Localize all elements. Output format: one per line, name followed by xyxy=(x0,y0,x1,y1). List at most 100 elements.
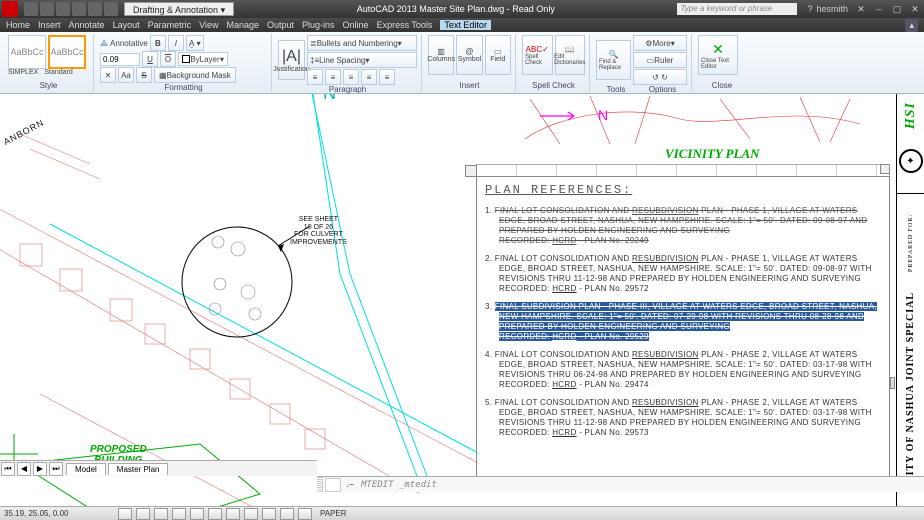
vicinity-plan-label: VICINITY PLAN xyxy=(665,146,760,162)
find-replace-button[interactable]: 🔍Find & Replace xyxy=(596,40,631,80)
tab-insert[interactable]: Insert xyxy=(38,20,61,30)
mtext-paragraph[interactable]: 4. FINAL LOT CONSOLIDATION AND RESUBDIVI… xyxy=(485,350,881,390)
qat-plot-icon[interactable] xyxy=(104,2,118,16)
panel-options-label: Options xyxy=(649,85,677,94)
tab-view[interactable]: View xyxy=(199,20,218,30)
minimize-button[interactable]: – xyxy=(870,4,888,14)
workspace-dropdown[interactable]: Drafting & Annotation ▾ xyxy=(124,2,234,16)
align-left-button[interactable]: ≡ xyxy=(307,69,323,85)
maximize-button[interactable]: ▢ xyxy=(888,4,906,15)
mtext-paragraph[interactable]: 2. FINAL LOT CONSOLIDATION AND RESUBDIVI… xyxy=(485,254,881,294)
qat-redo-icon[interactable] xyxy=(88,2,102,16)
lwt-toggle[interactable] xyxy=(262,508,276,520)
ribbon-tab-bar: Home Insert Annotate Layout Parametric V… xyxy=(0,18,924,32)
symbol-button[interactable]: @Symbol xyxy=(456,35,482,75)
qat-new-icon[interactable] xyxy=(24,2,38,16)
tab-first-icon[interactable]: ⏮ xyxy=(1,462,15,476)
align-right-button[interactable]: ≡ xyxy=(343,69,359,85)
grid-toggle[interactable] xyxy=(136,508,150,520)
drawing-canvas[interactable]: N xyxy=(0,94,924,506)
command-input[interactable] xyxy=(357,480,924,490)
snap-toggle[interactable] xyxy=(118,508,132,520)
qat-undo-icon[interactable] xyxy=(72,2,86,16)
align-justify-button[interactable]: ≡ xyxy=(361,69,377,85)
qat-save-icon[interactable] xyxy=(56,2,70,16)
style-name-2: Standard xyxy=(44,69,72,76)
underline-button[interactable]: U xyxy=(142,51,158,67)
close-text-editor-button[interactable]: ✕Close Text Editor xyxy=(698,35,738,75)
sc-toggle[interactable] xyxy=(298,508,312,520)
tab-annotate[interactable]: Annotate xyxy=(69,20,105,30)
color-bylayer-dropdown[interactable]: ByLayer ▾ xyxy=(178,52,228,66)
mask-icon[interactable]: ✕ xyxy=(100,67,116,83)
exchange-icon[interactable]: ✕ xyxy=(852,4,870,15)
line-spacing-button[interactable]: ‡≡ Line Spacing ▾ xyxy=(307,52,417,68)
italic-button[interactable]: I xyxy=(168,35,184,51)
model-tab[interactable]: Model xyxy=(66,463,106,475)
signed-in-user[interactable]: hesmith xyxy=(816,4,848,14)
space-label[interactable]: PAPER xyxy=(320,509,347,518)
ortho-toggle[interactable] xyxy=(154,508,168,520)
app-icon[interactable] xyxy=(2,1,18,17)
annotative-icon[interactable]: ⟁ xyxy=(100,38,108,49)
tab-manage[interactable]: Manage xyxy=(226,20,259,30)
qp-toggle[interactable] xyxy=(280,508,294,520)
text-style-preview-2[interactable]: AaBbCc xyxy=(48,35,86,69)
align-center-button[interactable]: ≡ xyxy=(325,69,341,85)
osnap-toggle[interactable] xyxy=(190,508,204,520)
bold-button[interactable]: B xyxy=(150,35,166,51)
case-button[interactable]: Aa xyxy=(118,67,134,83)
spellcheck-button[interactable]: ABC✓Spell Check xyxy=(522,35,553,75)
mtext-paragraph[interactable]: 3. FINAL SUBDIVISION PLAN - PHASE III, V… xyxy=(485,302,881,342)
edit-dict-button[interactable]: 📖Edit Dictionaries xyxy=(555,35,586,75)
cmd-grip-icon[interactable] xyxy=(317,477,323,492)
help-icon[interactable]: ? xyxy=(807,4,812,14)
tab-text-editor[interactable]: Text Editor xyxy=(440,20,491,30)
mtext-paragraph[interactable]: 5. FINAL LOT CONSOLIDATION AND RESUBDIVI… xyxy=(485,398,881,438)
bullets-button[interactable]: ≣ Bullets and Numbering ▾ xyxy=(307,35,417,51)
columns-button[interactable]: ▥Columns xyxy=(428,35,454,75)
coordinates-readout[interactable]: 35.19, 25.05, 0.00 xyxy=(4,509,114,518)
tab-plugins[interactable]: Plug-ins xyxy=(302,20,335,30)
polar-toggle[interactable] xyxy=(172,508,186,520)
strike-button[interactable]: S xyxy=(136,67,152,83)
command-line[interactable]: ꓸ⎯ xyxy=(317,476,924,492)
mtext-editor[interactable]: PLAN REFERENCES: 1. FINAL LOT CONSOLIDAT… xyxy=(476,176,890,486)
field-button[interactable]: ▭Field xyxy=(485,35,511,75)
font-dropdown[interactable]: A̱ ▾ xyxy=(186,35,204,51)
qat-open-icon[interactable] xyxy=(40,2,54,16)
mtext-paragraph[interactable]: 1. FINAL LOT CONSOLIDATION AND RESUBDIVI… xyxy=(485,206,881,246)
otrack-toggle[interactable] xyxy=(208,508,222,520)
tab-layout[interactable]: Layout xyxy=(113,20,140,30)
tab-next-icon[interactable]: ▶ xyxy=(33,462,47,476)
layout-tab[interactable]: Master Plan xyxy=(108,463,169,475)
tab-output[interactable]: Output xyxy=(267,20,294,30)
title-bar: Drafting & Annotation ▾ AutoCAD 2013 Mas… xyxy=(0,0,924,18)
tab-parametric[interactable]: Parametric xyxy=(148,20,192,30)
mtext-column-arrows-icon[interactable] xyxy=(880,164,890,174)
text-style-preview-1[interactable]: AaBbCc xyxy=(8,35,46,69)
tab-last-icon[interactable]: ⏭ xyxy=(49,462,63,476)
align-dist-button[interactable]: ≡ xyxy=(379,69,395,85)
more-button[interactable]: ⚙ More ▾ xyxy=(633,35,687,51)
justification-button[interactable]: |A|Justification xyxy=(278,40,305,80)
background-mask-button[interactable]: ▦ Background Mask xyxy=(154,67,236,83)
text-height-input[interactable] xyxy=(100,53,140,66)
tab-express[interactable]: Express Tools xyxy=(377,20,433,30)
mtext-width-grip[interactable] xyxy=(890,377,895,389)
tab-home[interactable]: Home xyxy=(6,20,30,30)
close-button[interactable]: ✕ xyxy=(906,4,924,15)
overline-button[interactable]: O xyxy=(160,51,176,67)
ruler-toggle[interactable]: ▭ Ruler xyxy=(633,52,687,68)
ducs-toggle[interactable] xyxy=(226,508,240,520)
help-search-input[interactable]: Type a keyword or phrase xyxy=(677,3,797,15)
mtext-ruler[interactable] xyxy=(476,164,890,176)
style-name-1: SIMPLEX xyxy=(8,69,38,76)
cmd-recent-icon[interactable] xyxy=(325,478,341,492)
ribbon-collapse-icon[interactable]: ▴ xyxy=(905,19,918,32)
redo-icon[interactable]: ↺ ↻ xyxy=(633,69,687,85)
dyn-toggle[interactable] xyxy=(244,508,258,520)
panel-paragraph: |A|Justification ≣ Bullets and Numbering… xyxy=(274,34,422,91)
tab-online[interactable]: Online xyxy=(343,20,369,30)
tab-prev-icon[interactable]: ◀ xyxy=(17,462,31,476)
